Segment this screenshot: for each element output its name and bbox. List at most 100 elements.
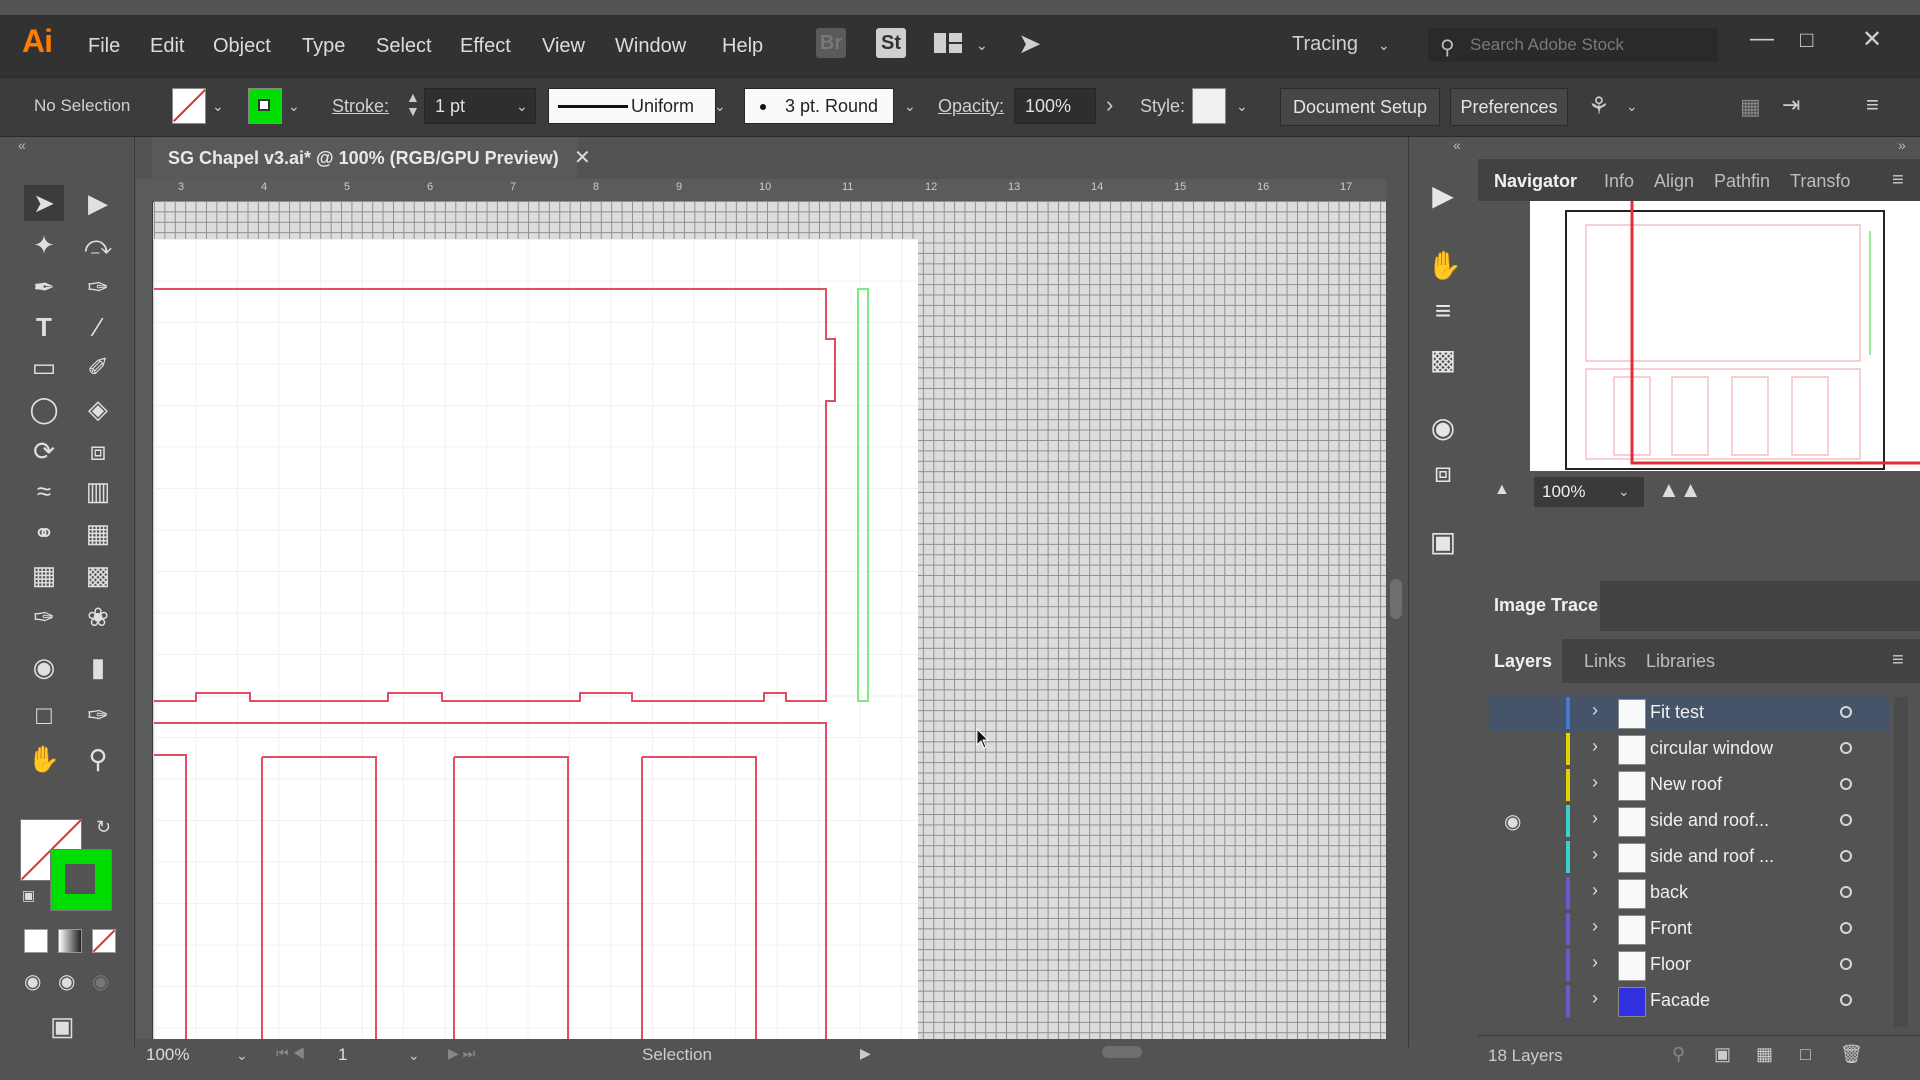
chevron-down-icon[interactable]: ⌄ bbox=[1236, 98, 1248, 115]
expand-arrow-icon[interactable]: › bbox=[1592, 952, 1598, 973]
close-tab-icon[interactable]: ✕ bbox=[574, 145, 591, 170]
transform-icon[interactable]: ⇥ bbox=[1782, 92, 1800, 118]
collapse-icon[interactable]: « bbox=[18, 137, 26, 153]
draw-inside-icon[interactable]: ◉ bbox=[92, 969, 109, 994]
menu-help[interactable]: Help bbox=[722, 35, 763, 58]
direct-selection-tool-icon[interactable]: ▶ bbox=[78, 185, 118, 221]
curvature-tool-icon[interactable]: ✑ bbox=[78, 269, 118, 305]
symbol-sprayer-tool-icon[interactable]: ◉ bbox=[24, 649, 64, 685]
panel-menu-icon[interactable]: ≡ bbox=[1892, 169, 1904, 192]
artwork[interactable] bbox=[136, 179, 1386, 1039]
next-artboard-icon[interactable]: ▶ ⏭ bbox=[448, 1045, 475, 1062]
chevron-down-icon[interactable]: ⌄ bbox=[408, 1047, 420, 1064]
menu-view[interactable]: View bbox=[542, 35, 585, 58]
target-circle-icon[interactable] bbox=[1840, 814, 1852, 826]
chevron-down-icon[interactable]: ⌄ bbox=[212, 98, 224, 115]
eyedropper-tool-icon[interactable]: ✑ bbox=[24, 599, 64, 635]
expand-arrow-icon[interactable]: › bbox=[1592, 700, 1598, 721]
chevron-down-icon[interactable]: ⌄ bbox=[1618, 483, 1630, 500]
layer-name[interactable]: Facade bbox=[1650, 990, 1710, 1011]
draw-normal-icon[interactable]: ◉ bbox=[24, 969, 41, 994]
new-layer-icon[interactable]: □ bbox=[1800, 1044, 1811, 1065]
chevron-down-icon[interactable]: ⌄ bbox=[1626, 98, 1638, 115]
current-tool-status[interactable]: Selection bbox=[642, 1045, 712, 1065]
chevron-down-icon[interactable]: ⌄ bbox=[288, 98, 300, 115]
expand-arrow-icon[interactable]: › bbox=[1592, 736, 1598, 757]
puppet-warp-icon[interactable]: ✋ bbox=[1427, 249, 1462, 281]
horizontal-scrollbar[interactable] bbox=[884, 1041, 1374, 1063]
chevron-down-icon[interactable]: ⌄ bbox=[236, 1047, 248, 1064]
layer-name[interactable]: back bbox=[1650, 882, 1688, 903]
eye-icon[interactable]: ◉ bbox=[1504, 809, 1521, 834]
zoom-field[interactable]: 100% bbox=[146, 1045, 189, 1065]
tab-align[interactable]: Align bbox=[1654, 171, 1694, 192]
brush-definition[interactable]: 3 pt. Round bbox=[744, 88, 894, 124]
layer-row[interactable]: › Fit test bbox=[1490, 695, 1890, 731]
color-mode-icon[interactable] bbox=[24, 929, 48, 953]
chevron-down-icon[interactable]: ⌄ bbox=[714, 98, 726, 115]
column-graph-tool-icon[interactable]: ▮ bbox=[78, 649, 118, 685]
target-circle-icon[interactable] bbox=[1840, 850, 1852, 862]
chevron-down-icon[interactable]: ⌄ bbox=[516, 98, 528, 115]
target-circle-icon[interactable] bbox=[1840, 706, 1852, 718]
arrange-documents-icon[interactable] bbox=[934, 33, 962, 53]
lasso-tool-icon[interactable]: ⤼ bbox=[78, 227, 118, 263]
menu-object[interactable]: Object bbox=[213, 35, 271, 58]
target-circle-icon[interactable] bbox=[1840, 886, 1852, 898]
close-icon[interactable]: ✕ bbox=[1862, 25, 1882, 54]
chevron-down-icon[interactable]: ⌄ bbox=[904, 98, 916, 115]
tab-image-trace[interactable]: Image Trace bbox=[1494, 595, 1598, 616]
layer-name[interactable]: New roof bbox=[1650, 774, 1722, 795]
fill-swatch[interactable] bbox=[172, 88, 206, 124]
transform-icon[interactable]: ⧈ bbox=[1427, 457, 1459, 489]
graphic-style-swatch[interactable] bbox=[1192, 88, 1226, 124]
navigator-view-box[interactable] bbox=[1630, 201, 1920, 465]
document-grid-icon[interactable]: ⚘ bbox=[1588, 92, 1610, 121]
layer-name[interactable]: Fit test bbox=[1650, 702, 1704, 723]
first-artboard-icon[interactable]: ⏮ ◀ bbox=[276, 1045, 305, 1062]
new-sublayer-icon[interactable]: ▦ bbox=[1756, 1044, 1773, 1065]
magic-wand-tool-icon[interactable]: ✦ bbox=[24, 227, 64, 263]
maximize-icon[interactable]: □ bbox=[1800, 27, 1813, 53]
menu-file[interactable]: File bbox=[88, 35, 120, 58]
vertical-scrollbar[interactable] bbox=[1386, 179, 1406, 1039]
tab-transform[interactable]: Transfo bbox=[1790, 171, 1850, 192]
layer-row[interactable]: › New roof bbox=[1490, 767, 1890, 803]
chevron-right-icon[interactable]: › bbox=[1106, 92, 1113, 118]
opacity-label[interactable]: Opacity: bbox=[938, 96, 1004, 117]
hand-tool-icon[interactable]: ✋ bbox=[24, 741, 64, 777]
locate-object-icon[interactable]: ⚲ bbox=[1672, 1044, 1685, 1065]
zoom-out-icon[interactable]: ▲ bbox=[1494, 481, 1510, 499]
image-trace-icon[interactable]: ▣ bbox=[1427, 525, 1459, 557]
layer-row[interactable]: ◉ › side and roof... bbox=[1490, 803, 1890, 839]
workspace-switcher[interactable]: Tracing bbox=[1292, 33, 1358, 56]
stroke-color-box[interactable] bbox=[50, 849, 112, 911]
menu-select[interactable]: Select bbox=[376, 35, 432, 58]
document-setup-button[interactable]: Document Setup bbox=[1280, 88, 1440, 126]
free-transform-tool-icon[interactable]: ▥ bbox=[78, 473, 118, 509]
layer-name[interactable]: circular window bbox=[1650, 738, 1773, 759]
gradient-mode-icon[interactable] bbox=[58, 929, 82, 953]
collapse-icon[interactable]: « bbox=[1453, 137, 1461, 153]
width-tool-icon[interactable]: ≈ bbox=[24, 473, 64, 509]
preferences-button[interactable]: Preferences bbox=[1450, 88, 1568, 126]
layer-name[interactable]: side and roof... bbox=[1650, 810, 1769, 831]
expand-arrow-icon[interactable]: › bbox=[1592, 880, 1598, 901]
stroke-label[interactable]: Stroke: bbox=[332, 96, 389, 117]
menu-effect[interactable]: Effect bbox=[460, 35, 511, 58]
pen-tool-icon[interactable]: ✒ bbox=[24, 269, 64, 305]
expand-arrow-icon[interactable]: › bbox=[1592, 772, 1598, 793]
target-circle-icon[interactable] bbox=[1840, 742, 1852, 754]
panel-menu-icon[interactable]: ≡ bbox=[1866, 92, 1879, 118]
layer-row[interactable]: › circular window bbox=[1490, 731, 1890, 767]
layer-row[interactable]: › Front bbox=[1490, 911, 1890, 947]
actions-play-icon[interactable]: ▶ bbox=[1427, 179, 1459, 211]
screen-mode-icon[interactable]: ▣ bbox=[50, 1011, 75, 1042]
chevron-down-icon[interactable]: ⌄ bbox=[1378, 37, 1390, 54]
layer-row[interactable]: › Facade bbox=[1490, 983, 1890, 1019]
zoom-tool-icon[interactable]: ⚲ bbox=[78, 741, 118, 777]
draw-behind-icon[interactable]: ◉ bbox=[58, 969, 75, 994]
expand-arrow-icon[interactable]: › bbox=[1592, 808, 1598, 829]
line-tool-icon[interactable]: ∕ bbox=[78, 309, 118, 345]
tab-pathfinder[interactable]: Pathfin bbox=[1714, 171, 1770, 192]
